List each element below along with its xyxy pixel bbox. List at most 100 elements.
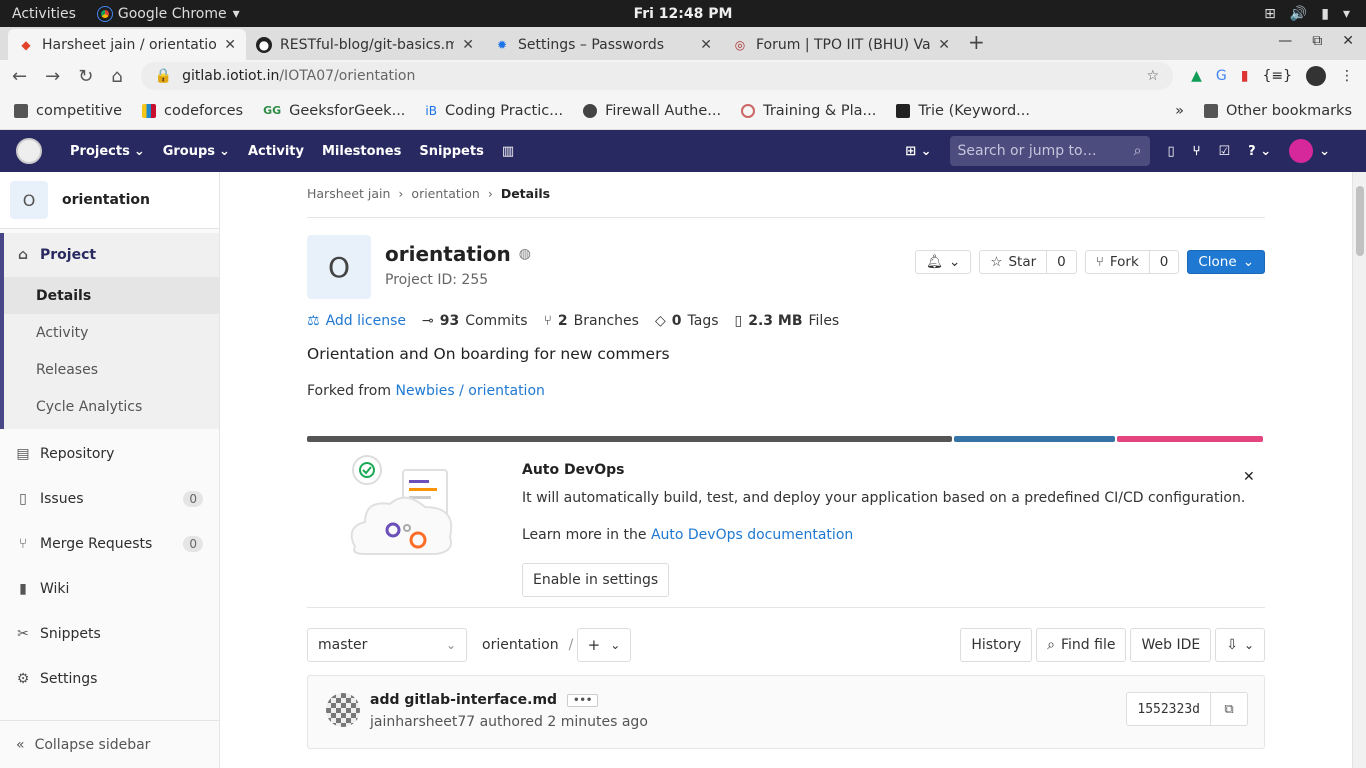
commits-link[interactable]: ⊸ 93 Commits: [422, 313, 528, 329]
bookmark-star-icon[interactable]: ☆: [1147, 68, 1160, 84]
translate-icon[interactable]: G: [1216, 68, 1227, 84]
sidebar-item-details[interactable]: Details: [4, 277, 219, 314]
tags-link[interactable]: ◇ 0 Tags: [655, 313, 719, 329]
gitlab-logo[interactable]: [16, 138, 42, 164]
help-icon[interactable]: ? ⌄: [1248, 144, 1271, 159]
sidebar-item-activity[interactable]: Activity: [4, 314, 219, 351]
bookmark-trie[interactable]: Trie (Keyword...: [896, 103, 1030, 119]
sidebar-item-project[interactable]: ⌂ Project: [4, 233, 219, 277]
nav-projects[interactable]: Projects ⌄: [70, 144, 145, 159]
tab-gitlab[interactable]: ◆ Harsheet jain / orientation ✕: [8, 29, 246, 60]
tab-forum[interactable]: ◎ Forum | TPO IIT (BHU) Varanasi ✕: [722, 29, 960, 60]
bookmark-coding-practice[interactable]: iB Coding Practic...: [425, 103, 563, 119]
activities-button[interactable]: Activities: [0, 6, 88, 22]
new-tab-button[interactable]: +: [968, 30, 985, 54]
bookmark-training[interactable]: Training & Pla...: [741, 103, 876, 119]
language-bar-segment[interactable]: [307, 436, 952, 442]
close-icon[interactable]: ✕: [462, 37, 474, 53]
scrollbar[interactable]: [1352, 172, 1366, 768]
sidebar-item-releases[interactable]: Releases: [4, 351, 219, 388]
todo-sidebar-icon[interactable]: ▯: [1168, 144, 1175, 159]
bookmark-competitive[interactable]: competitive: [14, 103, 122, 119]
close-icon[interactable]: ✕: [700, 37, 712, 53]
collapse-sidebar-button[interactable]: « Collapse sidebar: [0, 720, 219, 768]
new-dropdown-icon[interactable]: ⊞ ⌄: [905, 144, 931, 159]
close-icon[interactable]: ✕: [938, 37, 950, 53]
branches-link[interactable]: ⑂ 2 Branches: [544, 313, 639, 329]
profile-avatar[interactable]: [1306, 66, 1326, 86]
copy-icon[interactable]: ⧉: [1211, 693, 1247, 725]
language-bar-segment[interactable]: [954, 436, 1115, 442]
sidebar-item-wiki[interactable]: ▮ Wiki: [0, 566, 219, 611]
bookmark-codeforces[interactable]: codeforces: [142, 103, 243, 119]
commit-sha[interactable]: 1552323d: [1127, 693, 1211, 725]
close-icon[interactable]: ✕: [224, 37, 236, 53]
url-field[interactable]: 🔒 gitlab.iotiot.in/IOTA07/orientation ☆: [140, 62, 1174, 90]
breadcrumb-project[interactable]: orientation: [411, 186, 479, 201]
back-icon[interactable]: ←: [12, 66, 27, 87]
add-license-link[interactable]: ⚖ Add license: [307, 313, 406, 329]
fork-button[interactable]: ⑂ Fork 0: [1084, 250, 1180, 274]
nav-snippets[interactable]: Snippets: [419, 144, 483, 159]
files-link[interactable]: ▯ 2.3 MB Files: [735, 313, 840, 329]
commit-title-link[interactable]: add gitlab-interface.md: [370, 692, 557, 708]
download-button[interactable]: ⇩ ⌄: [1215, 628, 1265, 662]
enable-in-settings-button[interactable]: Enable in settings: [522, 563, 670, 597]
devops-docs-link[interactable]: Auto DevOps documentation: [651, 527, 853, 543]
close-window-icon[interactable]: ✕: [1342, 33, 1354, 49]
reload-icon[interactable]: ↻: [78, 66, 93, 87]
commit-author[interactable]: jainharsheet77: [370, 714, 475, 730]
nav-milestones[interactable]: Milestones: [322, 144, 401, 159]
sidebar-item-repository[interactable]: ▤ Repository: [0, 431, 219, 476]
notification-button[interactable]: 🔔︎ ⌄: [914, 250, 972, 274]
extension-icon[interactable]: ▮: [1241, 68, 1249, 84]
language-bar-segment[interactable]: [1117, 436, 1263, 442]
json-viewer-icon[interactable]: {≡}: [1262, 68, 1292, 84]
sidebar-project-header[interactable]: O orientation: [0, 172, 219, 229]
sidebar-item-snippets[interactable]: ✂ Snippets: [0, 611, 219, 656]
app-menu[interactable]: Google Chrome ▾: [96, 5, 240, 22]
bookmarks-overflow-button[interactable]: »: [1175, 103, 1184, 119]
nav-activity[interactable]: Activity: [248, 144, 304, 159]
clock[interactable]: Fri 12:48 PM: [634, 6, 733, 22]
star-count[interactable]: 0: [1046, 251, 1076, 273]
chart-icon[interactable]: ▥: [502, 144, 514, 159]
todos-icon[interactable]: ☑: [1218, 144, 1230, 159]
maximize-icon[interactable]: ⧉: [1312, 33, 1322, 49]
drive-icon[interactable]: ▲: [1191, 68, 1202, 84]
forked-from-link[interactable]: Newbies / orientation: [395, 383, 544, 399]
fork-count[interactable]: 0: [1148, 251, 1179, 273]
system-tray[interactable]: ⊞ 🔊 ▮ ▾: [1264, 6, 1366, 22]
user-menu[interactable]: ⌄: [1289, 139, 1330, 163]
find-file-button[interactable]: ⌕ Find file: [1036, 628, 1127, 662]
avatar[interactable]: [326, 693, 360, 727]
forward-icon[interactable]: →: [45, 66, 60, 87]
kebab-menu-icon[interactable]: ⋮: [1340, 68, 1354, 84]
tab-github[interactable]: ● RESTful-blog/git-basics.md ✕: [246, 29, 484, 60]
bookmark-firewall[interactable]: Firewall Authe...: [583, 103, 721, 119]
sidebar-item-issues[interactable]: ▯ Issues 0: [0, 476, 219, 521]
add-to-tree-button[interactable]: + ⌄: [577, 628, 631, 662]
search-input[interactable]: Search or jump to… ⌕: [949, 136, 1150, 166]
history-button[interactable]: History: [960, 628, 1033, 662]
home-icon[interactable]: ⌂: [111, 66, 122, 87]
sidebar-item-cycle-analytics[interactable]: Cycle Analytics: [4, 388, 219, 425]
repo-root-link[interactable]: orientation: [482, 637, 559, 653]
bookmark-gfg[interactable]: GG GeeksforGeek...: [263, 103, 405, 119]
branch-dropdown[interactable]: master ⌄: [307, 628, 467, 662]
nav-groups[interactable]: Groups ⌄: [163, 144, 230, 159]
other-bookmarks[interactable]: Other bookmarks: [1203, 103, 1352, 119]
minimize-icon[interactable]: —: [1278, 33, 1292, 49]
star-button[interactable]: ☆ Star 0: [979, 250, 1077, 274]
close-icon[interactable]: ✕: [1243, 469, 1255, 485]
breadcrumb-user[interactable]: Harsheet jain: [307, 186, 390, 201]
expand-commit-button[interactable]: •••: [567, 693, 599, 707]
merge-request-icon[interactable]: ⑂: [1193, 144, 1201, 159]
plus-icon: +: [587, 636, 601, 654]
sidebar-item-settings[interactable]: ⚙ Settings: [0, 656, 219, 701]
scrollbar-thumb[interactable]: [1356, 186, 1364, 256]
tab-settings[interactable]: ✹ Settings – Passwords ✕: [484, 29, 722, 60]
web-ide-button[interactable]: Web IDE: [1130, 628, 1212, 662]
clone-button[interactable]: Clone ⌄: [1187, 250, 1265, 274]
sidebar-item-merge-requests[interactable]: ⑂ Merge Requests 0: [0, 521, 219, 566]
